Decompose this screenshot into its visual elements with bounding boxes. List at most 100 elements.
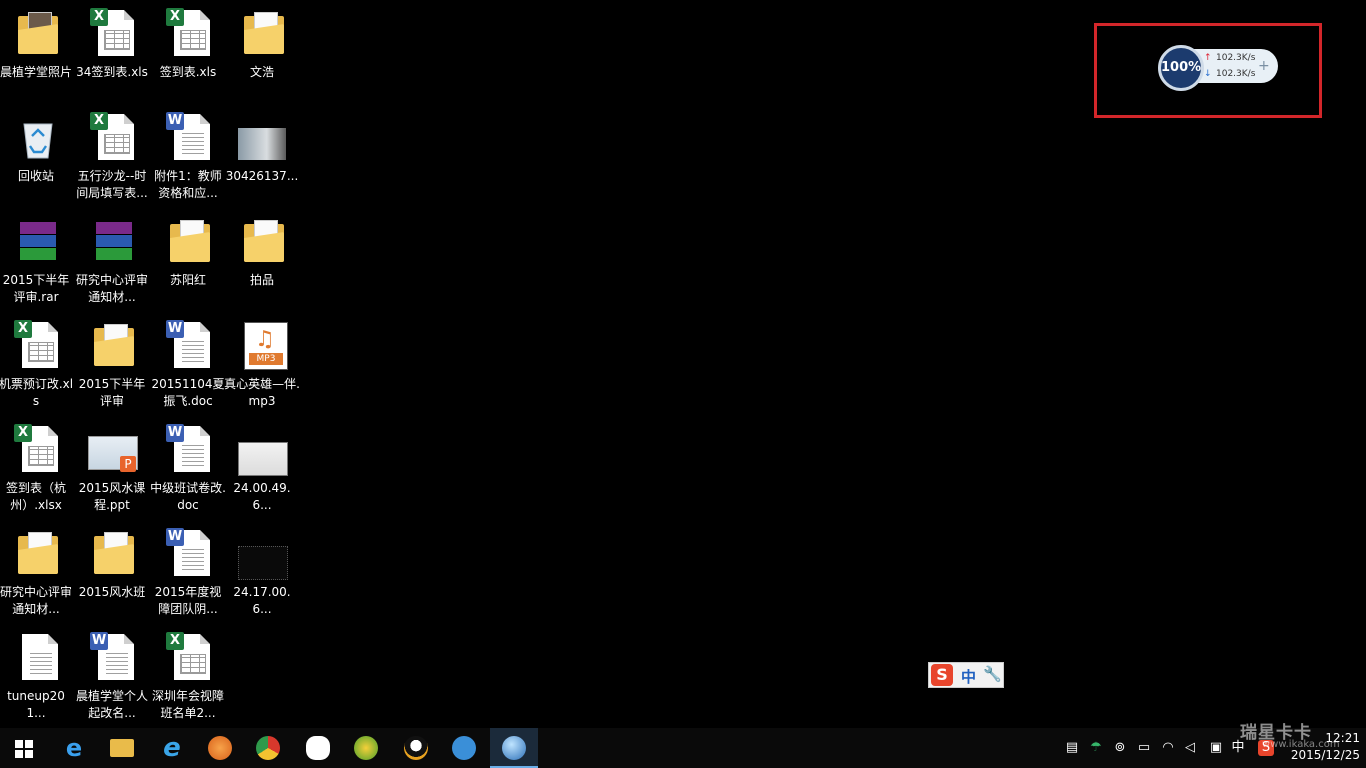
desktop-icon-word-file[interactable]: W 中级班试卷改.doc — [150, 422, 226, 526]
icon-label: 2015风水班 — [78, 585, 146, 599]
taskbar-file-explorer[interactable] — [98, 728, 146, 768]
icon-label: 2015年度视障团队阴... — [154, 585, 222, 616]
icon-label: 2015下半年评审.rar — [2, 273, 70, 304]
orange-app-icon — [208, 736, 232, 760]
icon-label: 研究中心评审通知材... — [0, 585, 72, 616]
taskbar-app-green[interactable] — [342, 728, 390, 768]
desktop-icon-excel-file[interactable]: X 五行沙龙--时间局填写表... — [76, 110, 148, 214]
desktop-icon-folder[interactable]: 研究中心评审通知材... — [0, 526, 72, 630]
ime-toolbar[interactable]: S 中 🔧 — [928, 662, 1004, 688]
desktop-icon-folder[interactable]: 文浩 — [226, 6, 298, 110]
desktop-icon-photos-folder[interactable]: 晨植学堂照片 — [0, 6, 72, 110]
action-center-icon[interactable]: ▣ — [1208, 740, 1224, 756]
desktop-icon-recycle-bin[interactable]: 回收站 — [0, 110, 72, 214]
icon-label: 苏阳红 — [169, 273, 206, 287]
icon-label: 拍品 — [249, 273, 274, 287]
taskbar-edge[interactable]: e — [50, 728, 98, 768]
desktop-icon-excel-file[interactable]: X 34签到表.xls — [76, 6, 148, 110]
desktop-icon-folder[interactable]: 2015下半年评审 — [76, 318, 148, 422]
folder-icon — [18, 10, 58, 58]
download-speed: ↓ 102.3K/s — [1204, 69, 1256, 79]
edge-icon: e — [65, 734, 83, 762]
download-arrow-icon: ↓ — [1204, 69, 1212, 79]
powerpoint-file-icon: P — [88, 426, 138, 474]
start-button[interactable] — [0, 728, 48, 768]
icon-label: tuneup201... — [7, 689, 65, 720]
icon-label: 深圳年会视障班名单2... — [151, 689, 224, 720]
desktop-icon-excel-file[interactable]: X 机票预订改.xls — [0, 318, 73, 422]
watermark-url: www.ikaka.com — [1262, 739, 1340, 750]
text-file-icon — [18, 634, 58, 682]
battery-icon[interactable]: ▭ — [1136, 740, 1152, 756]
icon-label: 晨植学堂个人起改名... — [75, 689, 148, 720]
icon-label: 34签到表.xls — [76, 65, 148, 79]
desktop-icon-excel-file[interactable]: X 签到表（杭州）.xlsx — [0, 422, 72, 526]
photo-thumbnail-icon — [238, 114, 286, 162]
upload-arrow-icon: ↑ — [1204, 53, 1212, 63]
word-file-icon: W — [166, 320, 210, 370]
green-app-icon — [354, 736, 378, 760]
upload-speed: ↑ 102.3K/s — [1204, 53, 1256, 63]
desktop-icon-excel-file[interactable]: X 深圳年会视障班名单2... — [152, 630, 224, 734]
desktop-icon-text-file[interactable]: tuneup201... — [0, 630, 72, 734]
desktop-icon-excel-file[interactable]: X 签到表.xls — [152, 6, 224, 110]
word-file-icon: W — [166, 112, 210, 162]
desktop-icon-folder[interactable]: 拍品 — [226, 214, 298, 318]
taskbar-qq[interactable] — [392, 728, 440, 768]
tray-network-app-icon[interactable]: ▤ — [1064, 740, 1080, 756]
desktop-icon-image-file[interactable]: 30426137... — [226, 110, 298, 214]
taskbar-wechat[interactable] — [294, 728, 342, 768]
excel-file-icon: X — [166, 632, 210, 682]
icon-label: 五行沙龙--时间局填写表... — [76, 169, 148, 200]
icon-label: 24.00.49.6... — [233, 481, 291, 512]
excel-file-icon: X — [166, 8, 210, 58]
volume-icon[interactable]: ◁ — [1182, 740, 1198, 756]
desktop-icon-folder[interactable]: 2015风水班 — [76, 526, 148, 630]
desktop-icon-ppt-file[interactable]: P 2015风水课程.ppt — [76, 422, 148, 526]
excel-file-icon: X — [14, 320, 58, 370]
icon-label: 签到表.xls — [159, 65, 217, 79]
desktop-icon-mp3-file[interactable]: ♫ MP3 真心英雄—伴.mp3 — [224, 318, 300, 422]
recycle-bin-icon — [18, 114, 54, 162]
word-file-icon: W — [90, 632, 134, 682]
cloud-app-icon — [452, 736, 476, 760]
icon-label: 24.17.00.6... — [233, 585, 291, 616]
ime-mode-toggle[interactable]: 中 — [961, 666, 976, 687]
tray-security-icon[interactable]: ⊚ — [1112, 740, 1128, 756]
taskbar-chrome[interactable] — [244, 728, 292, 768]
desktop-icon-folder[interactable]: 苏阳红 — [152, 214, 224, 318]
icon-label: 2015风水课程.ppt — [78, 481, 146, 512]
icon-label: 文浩 — [249, 65, 274, 79]
desktop-icon-rar-archive[interactable]: 2015下半年评审.rar — [0, 214, 72, 318]
desktop-icon-word-file[interactable]: W 晨植学堂个人起改名... — [76, 630, 148, 734]
icon-label: 晨植学堂照片 — [0, 65, 72, 79]
icon-label: 附件1：教师资格和应... — [154, 169, 222, 200]
word-file-icon: W — [166, 528, 210, 578]
icon-label: 回收站 — [17, 169, 54, 183]
speed-percent: 100% — [1158, 45, 1204, 91]
desktop: 晨植学堂照片 回收站 2015下半年评审.rar X 机票预订改.xls X 签… — [0, 0, 1366, 728]
taskbar-app-orange[interactable] — [196, 728, 244, 768]
wechat-icon — [306, 736, 330, 760]
taskbar-speed-app[interactable] — [490, 728, 538, 768]
icon-label: 2015下半年评审 — [78, 377, 146, 408]
desktop-icon-word-file[interactable]: W 2015年度视障团队阴... — [152, 526, 224, 630]
word-file-icon: W — [166, 424, 210, 474]
excel-file-icon: X — [14, 424, 58, 474]
icon-label: 研究中心评审通知材... — [75, 273, 148, 304]
desktop-icon-image-file[interactable]: 24.17.00.6... — [226, 526, 298, 630]
wifi-icon[interactable]: ◠ — [1160, 740, 1176, 756]
ime-tools-icon[interactable]: 🔧 — [983, 665, 1002, 683]
winrar-archive-icon — [94, 218, 132, 266]
music-file-icon: ♫ MP3 — [244, 322, 288, 370]
desktop-icon-word-file[interactable]: W 20151104夏振飞.doc — [151, 318, 225, 422]
blue-ball-icon — [502, 736, 526, 760]
widget-expand-button[interactable]: + — [1258, 58, 1270, 74]
desktop-icon-rar-archive[interactable]: 研究中心评审通知材... — [76, 214, 148, 318]
umbrella-icon[interactable]: ☂ — [1088, 740, 1104, 756]
qq-penguin-icon — [404, 736, 428, 760]
taskbar-cloud[interactable] — [440, 728, 488, 768]
desktop-icon-word-file[interactable]: W 附件1：教师资格和应... — [152, 110, 224, 214]
taskbar-ie[interactable]: e — [148, 728, 196, 768]
desktop-icon-image-file[interactable]: 24.00.49.6... — [226, 422, 298, 526]
